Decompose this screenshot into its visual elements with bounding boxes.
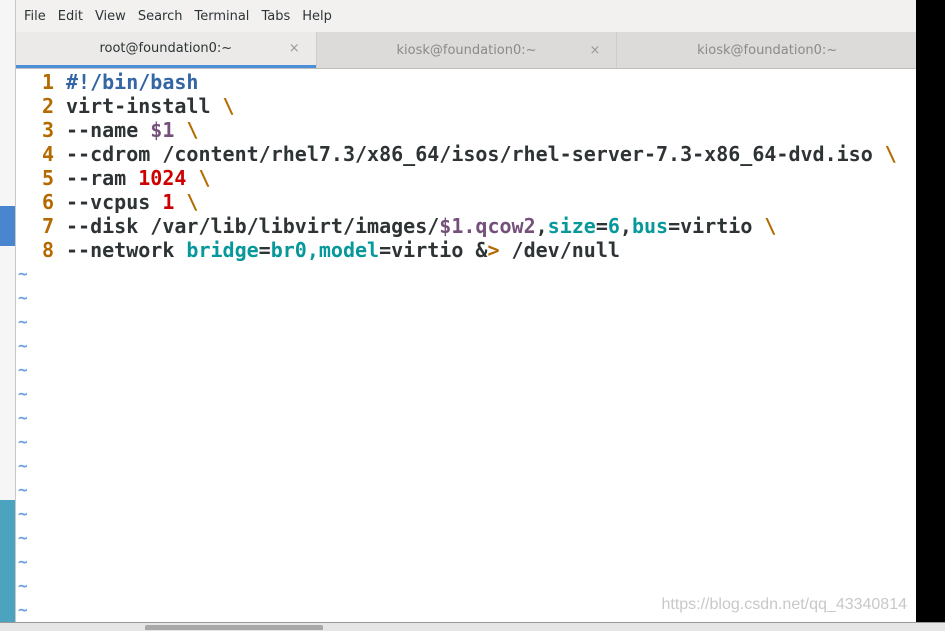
code-token: size bbox=[547, 214, 596, 238]
code-token: bus bbox=[631, 214, 669, 238]
menu-bar: File Edit View Search Terminal Tabs Help bbox=[16, 0, 917, 32]
code-line: 6 --vcpus 1 \ bbox=[16, 190, 917, 214]
code-token: /dev/null bbox=[499, 238, 620, 262]
code-token: --vcpus bbox=[66, 190, 163, 214]
code-token: --cdrom /content/rhel7.3/x86_64/isos/rhe… bbox=[66, 142, 885, 166]
empty-line-tilde: ~ bbox=[18, 528, 28, 547]
line-number: 7 bbox=[41, 214, 54, 238]
empty-line-tilde: ~ bbox=[18, 576, 28, 595]
code-token: 1 bbox=[162, 190, 175, 214]
taskbar-window-button[interactable] bbox=[145, 625, 323, 630]
empty-line-tilde: ~ bbox=[18, 504, 28, 523]
close-tab-icon[interactable]: × bbox=[289, 41, 300, 56]
line-number: 6 bbox=[41, 190, 54, 214]
code-line: 7 --disk /var/lib/libvirt/images/$1.qcow2… bbox=[16, 214, 917, 238]
empty-line-tilde: ~ bbox=[18, 408, 28, 427]
code-token: \ bbox=[222, 94, 235, 118]
line-number: 4 bbox=[41, 142, 54, 166]
code-line: 1 #!/bin/bash bbox=[16, 70, 917, 94]
code-token: \ bbox=[884, 142, 897, 166]
code-token: , bbox=[535, 214, 548, 238]
code-token: br0,model bbox=[270, 238, 380, 262]
tab-label: kiosk@foundation0:~ bbox=[396, 42, 537, 58]
menu-view[interactable]: View bbox=[95, 9, 126, 24]
empty-line-tilde: ~ bbox=[18, 288, 28, 307]
tab-bar: root@foundation0:~ × kiosk@foundation0:~ × k… bbox=[16, 32, 917, 69]
menu-edit[interactable]: Edit bbox=[58, 9, 83, 24]
code-token: , bbox=[619, 214, 632, 238]
watermark: https://blog.csdn.net/qq_43340814 bbox=[661, 596, 907, 613]
tab-1[interactable]: kiosk@foundation0:~ × bbox=[315, 32, 617, 68]
code-line: 5 --ram 1024 \ bbox=[16, 166, 917, 190]
line-number: 3 bbox=[41, 118, 54, 142]
tab-label: root@foundation0:~ bbox=[99, 41, 233, 56]
code-token: \ bbox=[198, 166, 211, 190]
menu-search[interactable]: Search bbox=[138, 9, 183, 24]
code-line: 3 --name $1 \ bbox=[16, 118, 917, 142]
terminal-window: File Edit View Search Terminal Tabs Help root@… bbox=[15, 0, 917, 622]
menu-file[interactable]: File bbox=[24, 9, 46, 24]
code-token: 6 bbox=[607, 214, 620, 238]
code-token: =virtio & bbox=[379, 238, 488, 262]
tab-0[interactable]: root@foundation0:~ × bbox=[16, 32, 316, 68]
line-number: 8 bbox=[41, 238, 54, 262]
code-line: 2 virt-install \ bbox=[16, 94, 917, 118]
code-line: 8 --network bridge=br0,model=virtio &> /d… bbox=[16, 238, 917, 262]
menu-tabs[interactable]: Tabs bbox=[261, 9, 290, 24]
empty-line-tilde: ~ bbox=[18, 384, 28, 403]
code-token: = bbox=[595, 214, 608, 238]
empty-line-tilde: ~ bbox=[18, 264, 28, 283]
close-tab-icon[interactable]: × bbox=[589, 43, 600, 58]
menu-terminal[interactable]: Terminal bbox=[194, 9, 249, 24]
code-token: --name bbox=[66, 118, 151, 142]
menu-help[interactable]: Help bbox=[302, 9, 332, 24]
code-line: 4 --cdrom /content/rhel7.3/x86_64/isos/rh… bbox=[16, 142, 917, 166]
empty-line-tilde: ~ bbox=[18, 480, 28, 499]
empty-line-tilde: ~ bbox=[18, 360, 28, 379]
background-window-edge bbox=[0, 500, 15, 622]
code-token: \ bbox=[186, 118, 199, 142]
line-number: 1 bbox=[41, 70, 54, 94]
code-token: $1.qcow2 bbox=[439, 214, 536, 238]
empty-line-tilde: ~ bbox=[18, 432, 28, 451]
line-number: 2 bbox=[41, 94, 54, 118]
background-window-edge bbox=[0, 206, 15, 246]
code-token: \ bbox=[186, 190, 199, 214]
code-token: $1 bbox=[150, 118, 175, 142]
code-token: --ram bbox=[66, 166, 139, 190]
empty-line-tilde: ~ bbox=[18, 552, 28, 571]
empty-line-tilde: ~ bbox=[18, 312, 28, 331]
code-token: #!/bin/bash bbox=[66, 70, 199, 94]
tab-2[interactable]: kiosk@foundation0:~ bbox=[616, 32, 917, 68]
empty-line-tilde: ~ bbox=[18, 456, 28, 475]
code-token: \ bbox=[764, 214, 777, 238]
vim-editor[interactable]: 1 #!/bin/bash 2 virt-install \ 3 --name $1 \ 4… bbox=[16, 69, 917, 622]
code-token: virt-install bbox=[66, 94, 223, 118]
screen-edge bbox=[916, 0, 945, 630]
code-token: =virtio bbox=[668, 214, 765, 238]
code-token: > bbox=[487, 238, 500, 262]
code-token: --network bbox=[66, 238, 187, 262]
code-token: 1024 bbox=[138, 166, 187, 190]
line-number: 5 bbox=[41, 166, 54, 190]
code-token: --disk /var/lib/libvirt/images/ bbox=[66, 214, 440, 238]
tab-label: kiosk@foundation0:~ bbox=[697, 42, 838, 58]
empty-line-tilde: ~ bbox=[18, 336, 28, 355]
code-token: bridge bbox=[186, 238, 259, 262]
code-token: = bbox=[258, 238, 271, 262]
